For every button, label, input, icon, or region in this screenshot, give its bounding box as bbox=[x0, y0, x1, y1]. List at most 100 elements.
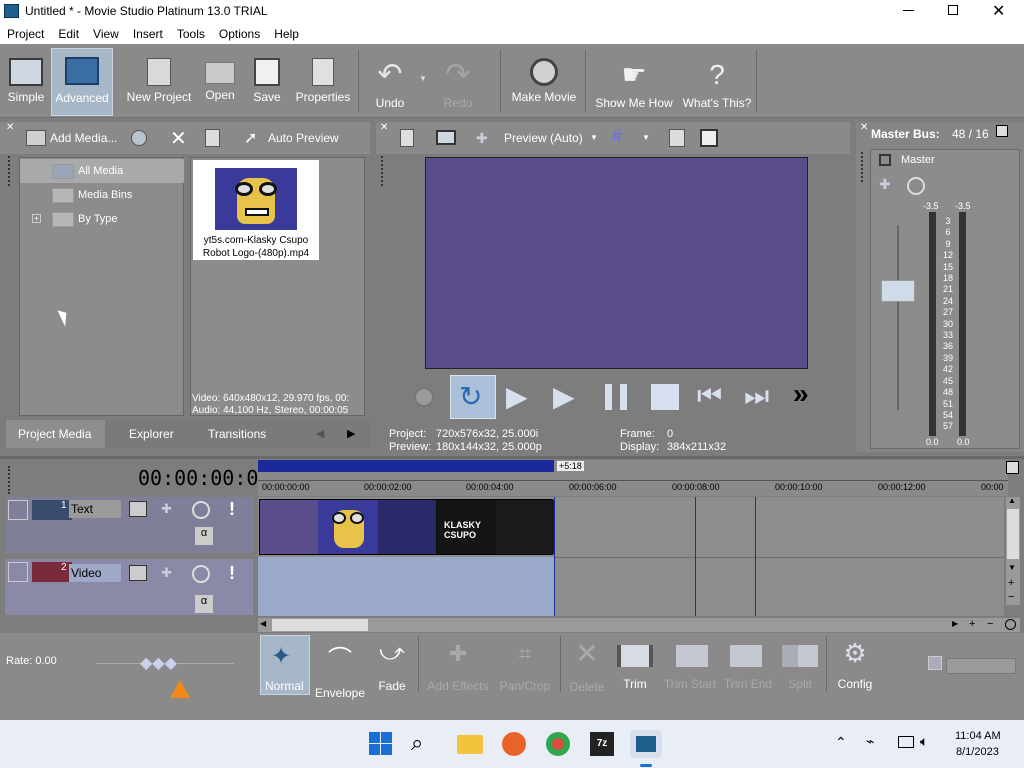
timeline-ruler[interactable]: +5:18 00:00:00:00 00:00:02:00 00:00:04:0… bbox=[258, 460, 1008, 496]
bypass-icon[interactable] bbox=[907, 177, 925, 195]
envelope-tool[interactable]: ⌒ Envelope bbox=[314, 635, 366, 700]
solo-icon[interactable]: ! bbox=[229, 499, 235, 520]
loop-region-bar[interactable] bbox=[258, 460, 554, 472]
make-movie-button[interactable]: Make Movie bbox=[508, 52, 580, 116]
track-name-field[interactable]: Text bbox=[69, 500, 121, 518]
fade-tool[interactable]: ⤻ Fade bbox=[370, 635, 414, 695]
tab-transitions[interactable]: Transitions bbox=[208, 427, 266, 441]
track-collapse-icon[interactable] bbox=[8, 562, 28, 582]
add-media-button[interactable]: Add Media... bbox=[50, 131, 117, 145]
new-project-button[interactable]: New Project bbox=[124, 52, 194, 116]
alpha-icon[interactable]: α bbox=[195, 595, 213, 613]
video-fx-icon[interactable] bbox=[400, 129, 414, 147]
scroll-left-icon[interactable]: ◀ bbox=[260, 619, 266, 628]
alpha-icon[interactable]: α bbox=[195, 527, 213, 545]
undo-dropdown-icon[interactable]: ▼ bbox=[419, 74, 427, 83]
whats-this-button[interactable]: ? What's This? bbox=[682, 52, 752, 116]
network-icon[interactable]: ⌁ bbox=[866, 733, 874, 750]
chevron-down-icon[interactable]: ▼ bbox=[590, 133, 598, 142]
zoom-slider[interactable] bbox=[946, 658, 1016, 674]
menu-edit[interactable]: Edit bbox=[51, 27, 86, 41]
go-to-end-icon[interactable]: ⏭ bbox=[744, 380, 769, 413]
track-lanes[interactable]: KLASKY CSUPO bbox=[258, 497, 1004, 616]
advanced-button[interactable]: Advanced bbox=[51, 48, 113, 116]
zoom-slider-icon[interactable] bbox=[928, 656, 942, 670]
mute-icon[interactable] bbox=[192, 501, 210, 519]
zoom-out-icon[interactable]: − bbox=[1008, 591, 1014, 603]
scroll-thumb[interactable] bbox=[1007, 509, 1019, 559]
menu-project[interactable]: Project bbox=[0, 27, 51, 41]
volume-icon[interactable]: 🔈︎ bbox=[920, 733, 928, 750]
tab-explorer[interactable]: Explorer bbox=[129, 427, 174, 441]
scroll-down-icon[interactable]: ▼ bbox=[1008, 563, 1016, 572]
master-fx-icon[interactable] bbox=[879, 154, 891, 166]
external-monitor-icon[interactable] bbox=[436, 130, 456, 145]
tab-scroll-right-icon[interactable]: ▶ bbox=[347, 427, 355, 440]
menu-view[interactable]: View bbox=[86, 27, 126, 41]
display-icon[interactable] bbox=[898, 736, 914, 748]
zoom-tool-icon[interactable] bbox=[1005, 619, 1016, 630]
track-name-field[interactable]: Video bbox=[69, 564, 121, 582]
chrome-icon[interactable] bbox=[544, 730, 572, 758]
go-to-start-icon[interactable]: ⏮ bbox=[697, 380, 722, 413]
loop-playback-button[interactable]: ↻ bbox=[450, 375, 496, 419]
expand-icon[interactable]: + bbox=[32, 214, 41, 223]
start-icon[interactable] bbox=[367, 730, 395, 758]
horizontal-scrollbar[interactable]: ◀ ▶ + − bbox=[258, 618, 1020, 632]
show-hidden-icons[interactable]: ⌃ bbox=[835, 734, 847, 751]
save-snapshot-icon[interactable] bbox=[700, 129, 718, 147]
scroll-thumb[interactable] bbox=[272, 619, 368, 631]
media-properties-icon[interactable] bbox=[205, 129, 220, 147]
show-me-how-button[interactable]: ☛ Show Me How bbox=[592, 52, 676, 116]
more-controls-icon[interactable]: » bbox=[793, 378, 809, 410]
tab-project-media[interactable]: Project Media bbox=[6, 420, 105, 448]
track-header-video[interactable]: 2 Video ✚ ! α bbox=[5, 559, 253, 615]
movie-studio-taskbar-icon[interactable] bbox=[630, 730, 662, 758]
close-icon[interactable]: ✕ bbox=[992, 1, 1005, 21]
media-thumbnail-item[interactable]: yt5s.com-Klasky Csupo Robot Logo-(480p).… bbox=[193, 160, 319, 260]
stop-icon[interactable] bbox=[651, 384, 679, 410]
properties-button[interactable]: Properties bbox=[294, 52, 352, 116]
menu-tools[interactable]: Tools bbox=[170, 27, 212, 41]
tree-item-by-type[interactable]: + By Type bbox=[20, 207, 184, 231]
panel-grip[interactable] bbox=[8, 466, 11, 494]
menu-options[interactable]: Options bbox=[212, 27, 267, 41]
compositing-icon[interactable] bbox=[129, 565, 147, 581]
video-clip[interactable]: KLASKY CSUPO bbox=[259, 499, 554, 555]
panel-divider[interactable] bbox=[0, 456, 1024, 459]
close-panel-icon[interactable]: ✕ bbox=[860, 122, 868, 133]
copy-snapshot-icon[interactable] bbox=[669, 129, 685, 147]
track-collapse-icon[interactable] bbox=[8, 500, 28, 520]
scroll-right-icon[interactable]: ▶ bbox=[952, 619, 958, 628]
clock-date[interactable]: 8/1/2023 bbox=[956, 746, 999, 758]
normal-edit-tool[interactable]: ✦ Normal bbox=[260, 635, 310, 695]
rate-slider-handle[interactable] bbox=[170, 680, 190, 698]
vertical-scrollbar[interactable]: ▲ ▼ + − bbox=[1006, 496, 1020, 605]
pause-icon[interactable] bbox=[605, 384, 627, 410]
zoom-out-icon[interactable]: − bbox=[987, 618, 993, 630]
volume-fader-handle[interactable] bbox=[881, 280, 915, 302]
minimize-icon[interactable] bbox=[903, 10, 914, 11]
trim-button[interactable]: Trim bbox=[612, 635, 658, 695]
close-panel-icon[interactable]: ✕ bbox=[6, 122, 14, 133]
auto-preview-button[interactable]: Auto Preview bbox=[268, 131, 339, 145]
remove-media-icon[interactable]: ✕ bbox=[170, 126, 187, 151]
config-button[interactable]: ⚙ Config bbox=[834, 635, 876, 695]
play-icon[interactable]: ▶ bbox=[553, 380, 575, 413]
close-panel-icon[interactable]: ✕ bbox=[380, 122, 388, 133]
compositing-icon[interactable] bbox=[129, 501, 147, 517]
tree-item-all-media[interactable]: All Media bbox=[20, 159, 184, 183]
file-explorer-icon[interactable] bbox=[456, 730, 484, 758]
menu-insert[interactable]: Insert bbox=[126, 27, 170, 41]
mute-icon[interactable] bbox=[192, 565, 210, 583]
timeline-menu-icon[interactable] bbox=[1006, 461, 1019, 474]
tab-scroll-left-icon[interactable]: ◀ bbox=[316, 427, 324, 440]
7zip-icon[interactable]: 7z bbox=[588, 730, 616, 758]
panel-grip[interactable] bbox=[8, 156, 11, 186]
master-properties-icon[interactable] bbox=[996, 125, 1008, 137]
maximize-icon[interactable] bbox=[948, 5, 958, 15]
zoom-in-icon[interactable]: + bbox=[1008, 577, 1014, 589]
track-fx-icon[interactable]: ✚ bbox=[161, 565, 172, 581]
rate-shuttle-icon[interactable]: ◆◆◆ bbox=[140, 653, 177, 673]
tree-item-media-bins[interactable]: Media Bins bbox=[20, 183, 184, 207]
